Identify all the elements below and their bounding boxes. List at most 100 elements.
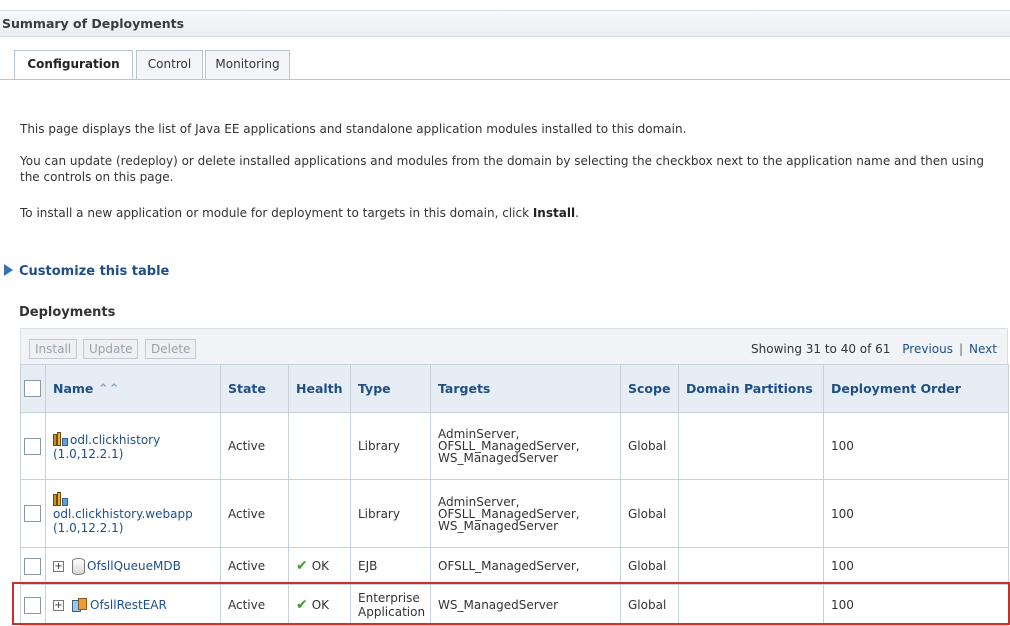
deployments-title: Deployments: [19, 305, 116, 320]
name-cell: + OfsllQueueMDB: [45, 547, 221, 585]
deployment-version: (1.0,12.2.1): [53, 446, 124, 461]
pagination: Showing 31 to 40 of 61 Previous | Next: [751, 342, 997, 356]
name-cell: + OfsllRestEAR: [45, 584, 221, 626]
deployment-name-link[interactable]: OfsllQueueMDB: [87, 559, 181, 573]
partitions-cell: [678, 584, 824, 626]
type-cell: Library: [350, 412, 431, 480]
order-cell: 100: [823, 479, 1009, 548]
health-cell: [288, 479, 351, 548]
row-checkbox[interactable]: [24, 557, 41, 575]
scope-cell: Global: [620, 479, 679, 548]
scope-cell: Global: [620, 547, 679, 585]
delete-button[interactable]: Delete: [145, 339, 197, 359]
tab-control[interactable]: Control: [136, 50, 203, 79]
health-text: OK: [311, 559, 330, 573]
previous-link[interactable]: Previous: [902, 342, 953, 356]
intro-paragraph-3: To install a new application or module f…: [20, 205, 995, 221]
deployment-name-link[interactable]: OfsllRestEAR: [90, 598, 167, 612]
column-scope[interactable]: Scope: [620, 364, 679, 413]
table-row: odl.clickhistory (1.0,12.2.1) Active Lib…: [20, 412, 1009, 480]
name-cell: odl.clickhistory.webapp (1.0,12.2.1): [45, 479, 221, 548]
expand-icon[interactable]: +: [53, 560, 64, 572]
partitions-cell: [678, 412, 824, 480]
state-cell: Active: [220, 584, 289, 626]
page-title: Summary of Deployments: [0, 10, 1010, 37]
type-cell: EJB: [350, 547, 431, 585]
state-cell: Active: [220, 479, 289, 548]
customize-table-label: Customize this table: [19, 264, 170, 279]
intro-paragraph-2: You can update (redeploy) or delete inst…: [20, 154, 984, 184]
update-button[interactable]: Update: [83, 339, 139, 359]
row-select-cell: [20, 584, 46, 626]
intro-paragraph-3-text: To install a new application or module f…: [20, 206, 533, 220]
column-health[interactable]: Health: [288, 364, 351, 413]
targets-cell: AdminServer, OFSLL_ManagedServer, WS_Man…: [430, 479, 621, 548]
type-line: Application: [358, 605, 426, 619]
partitions-cell: [678, 547, 824, 585]
row-select-cell: [20, 547, 46, 585]
checkmark-icon: ✔: [296, 597, 308, 613]
type-line: Enterprise: [358, 591, 420, 605]
table-row: + OfsllQueueMDB Active ✔ OK EJB OFSLL_Mana…: [20, 547, 1009, 585]
order-cell: 100: [823, 547, 1009, 585]
checkmark-icon: ✔: [296, 558, 308, 574]
targets-cell: OFSLL_ManagedServer,: [430, 547, 621, 585]
row-select-cell: [20, 479, 46, 548]
ejb-icon: [72, 557, 85, 575]
intro-paragraph-1: This page displays the list of Java EE a…: [20, 122, 687, 136]
expand-icon[interactable]: +: [53, 599, 64, 611]
install-keyword: Install: [532, 206, 576, 220]
health-cell: [288, 412, 351, 480]
install-button[interactable]: Install: [29, 339, 78, 359]
library-icon: [53, 431, 69, 446]
deployment-name-link[interactable]: odl.clickhistory: [70, 433, 160, 447]
column-state[interactable]: State: [220, 364, 289, 413]
scope-cell: Global: [620, 412, 679, 480]
partitions-cell: [678, 479, 824, 548]
column-targets[interactable]: Targets: [430, 364, 621, 413]
column-name-label: Name: [53, 380, 94, 396]
row-checkbox[interactable]: [24, 596, 41, 614]
table-row: + OfsllRestEAR Active ✔ OK Enterprise Appl…: [20, 584, 1009, 626]
target-item: WS_ManagedServer: [438, 451, 559, 465]
scope-cell: Global: [620, 584, 679, 626]
target-item: WS_ManagedServer: [438, 518, 559, 533]
tab-divider: [0, 79, 1010, 80]
table-header-row: Name ⌃⌃ State Health Type Targets Scope …: [20, 364, 1009, 413]
deployments-toolbar: Install Update Delete Showing 31 to 40 o…: [20, 328, 1008, 364]
column-type[interactable]: Type: [350, 364, 431, 413]
tab-configuration[interactable]: Configuration: [14, 50, 133, 80]
intro-paragraph-3-end: .: [575, 206, 579, 220]
chevrons-up-icon: ⌃⌃: [97, 381, 120, 397]
column-deployment-order[interactable]: Deployment Order: [823, 364, 1009, 413]
table-row: odl.clickhistory.webapp (1.0,12.2.1) Act…: [20, 479, 1009, 548]
next-link[interactable]: Next: [969, 342, 997, 356]
deployment-name-link[interactable]: odl.clickhistory.webapp: [53, 507, 193, 521]
deployment-version: (1.0,12.2.1): [53, 521, 124, 535]
select-all-checkbox[interactable]: [24, 380, 41, 397]
pagination-status: Showing 31 to 40 of 61: [751, 342, 891, 356]
state-cell: Active: [220, 412, 289, 480]
name-cell: odl.clickhistory (1.0,12.2.1): [45, 412, 221, 480]
customize-table-link[interactable]: Customize this table: [4, 264, 169, 279]
order-cell: 100: [823, 584, 1009, 626]
expand-triangle-icon: [4, 264, 13, 276]
order-cell: 100: [823, 412, 1009, 480]
column-name[interactable]: Name ⌃⌃: [45, 364, 221, 413]
health-cell: ✔ OK: [288, 547, 351, 585]
select-all-cell: [20, 364, 46, 413]
row-checkbox[interactable]: [24, 437, 41, 455]
type-cell: Enterprise Application: [350, 584, 431, 626]
row-select-cell: [20, 412, 46, 480]
enterprise-application-icon: [72, 597, 88, 613]
column-domain-partitions[interactable]: Domain Partitions: [678, 364, 824, 413]
targets-cell: WS_ManagedServer: [430, 584, 621, 626]
deployments-table: Name ⌃⌃ State Health Type Targets Scope …: [20, 364, 1009, 626]
page-title-text: Summary of Deployments: [2, 16, 185, 31]
health-text: OK: [311, 598, 330, 612]
targets-cell: AdminServer, OFSLL_ManagedServer, WS_Man…: [430, 412, 621, 480]
library-icon: [53, 492, 69, 506]
state-cell: Active: [220, 547, 289, 585]
row-checkbox[interactable]: [24, 505, 41, 522]
tab-monitoring[interactable]: Monitoring: [205, 50, 290, 79]
